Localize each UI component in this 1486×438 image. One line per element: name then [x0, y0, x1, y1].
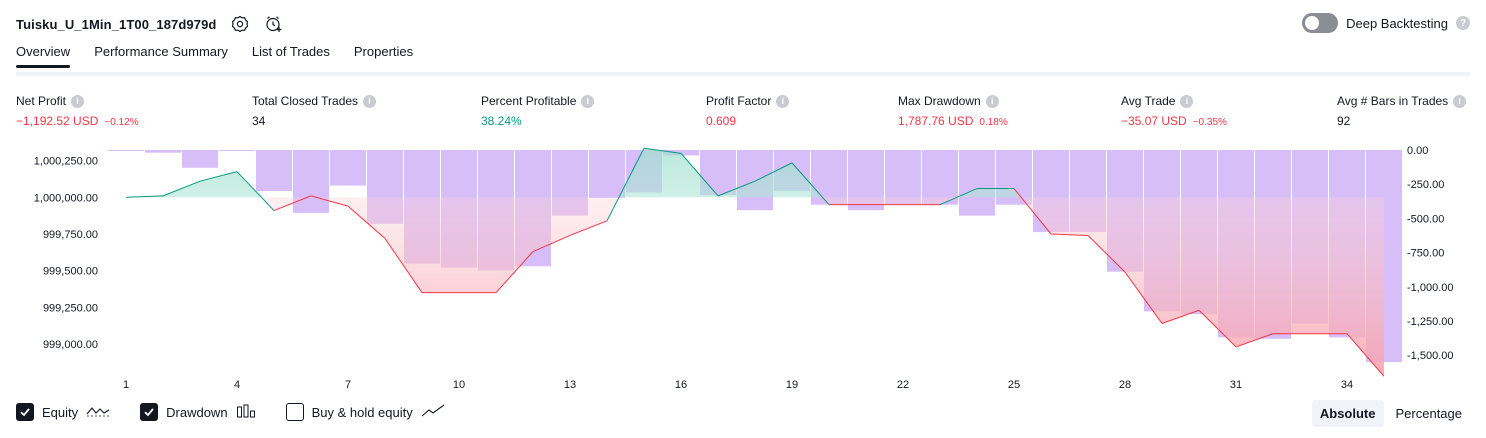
- x-axis-tick-label: 7: [345, 379, 351, 391]
- metric-label: Avg # Bars in Trades: [1337, 94, 1449, 108]
- right-axis-tick-label: 0.00: [1407, 145, 1428, 157]
- metric-value: 1,787.76 USD: [898, 114, 974, 128]
- info-icon[interactable]: i: [1453, 94, 1467, 108]
- metric-net-profit: Net Profit i −1,192.52 USD −0.12%: [16, 94, 139, 128]
- metric-value: −35.07 USD: [1121, 114, 1187, 128]
- metric-total-closed-trades: Total Closed Trades i 34: [252, 94, 377, 128]
- x-axis-tick-label: 1: [123, 379, 129, 391]
- right-axis-tick-label: -1,250.00: [1407, 316, 1453, 328]
- info-icon[interactable]: i: [71, 94, 85, 108]
- drawdown-bar: [256, 150, 292, 192]
- right-axis-tick-label: -500.00: [1407, 213, 1444, 225]
- tab-overview[interactable]: Overview: [16, 44, 71, 68]
- metric-label: Total Closed Trades: [252, 94, 359, 108]
- metric-label: Percent Profitable: [481, 94, 577, 108]
- tab-bar: Overview Performance Summary List of Tra…: [16, 44, 413, 68]
- x-axis-tick-label: 16: [675, 379, 687, 391]
- metric-avg-bars: Avg # Bars in Trades i 92: [1337, 94, 1467, 128]
- right-axis-tick-label: -750.00: [1407, 248, 1444, 260]
- x-axis-tick-label: 13: [564, 379, 576, 391]
- chart-legend: Equity Drawdown Buy & hold equity: [16, 403, 445, 421]
- info-icon[interactable]: i: [776, 94, 790, 108]
- legend-buy-hold[interactable]: Buy & hold equity: [285, 403, 445, 421]
- drawdown-bars-icon: [236, 404, 256, 421]
- drawdown-bar: [182, 150, 218, 168]
- buy-hold-line-icon: [421, 404, 445, 421]
- equity-line-icon: [86, 404, 110, 421]
- x-axis-tick-label: 4: [234, 379, 240, 391]
- info-icon[interactable]: i: [1180, 94, 1194, 108]
- info-icon[interactable]: i: [363, 94, 377, 108]
- drawdown-bar: [589, 150, 625, 198]
- metrics-row: Net Profit i −1,192.52 USD −0.12% Total Cl…: [0, 94, 1486, 134]
- tab-list-of-trades[interactable]: List of Trades: [252, 44, 330, 67]
- info-icon[interactable]: i: [985, 94, 999, 108]
- left-axis-tick-label: 999,000.00: [43, 339, 98, 351]
- metric-profit-factor: Profit Factor i 0.609: [706, 94, 790, 128]
- drawdown-bar: [885, 150, 921, 205]
- absolute-button[interactable]: Absolute: [1311, 400, 1384, 427]
- drawdown-bar: [145, 150, 181, 153]
- info-icon[interactable]: i: [581, 94, 595, 108]
- drawdown-bar: [219, 150, 255, 151]
- metric-percent-profitable: Percent Profitable i 38.24%: [481, 94, 595, 128]
- scale-switch: Absolute Percentage: [1311, 400, 1471, 427]
- x-axis-tick-label: 10: [453, 379, 465, 391]
- metric-value: 38.24%: [481, 114, 522, 128]
- metric-value: 92: [1337, 114, 1351, 128]
- right-axis-tick-label: -1,000.00: [1407, 282, 1453, 294]
- metric-label: Max Drawdown: [898, 94, 981, 108]
- tabs-divider: [16, 72, 1470, 76]
- legend-drawdown[interactable]: Drawdown: [140, 403, 255, 421]
- drawdown-bar: [922, 150, 958, 205]
- x-axis-tick-label: 28: [1119, 379, 1131, 391]
- metric-value: 0.609: [706, 114, 737, 128]
- metric-label: Profit Factor: [706, 94, 772, 108]
- deep-backtesting-toggle[interactable]: [1302, 13, 1339, 33]
- drawdown-bar: [108, 150, 144, 151]
- metric-pct: 0.18%: [979, 117, 1008, 128]
- tab-properties[interactable]: Properties: [354, 44, 413, 67]
- metric-label: Net Profit: [16, 94, 67, 108]
- tab-performance-summary[interactable]: Performance Summary: [94, 44, 228, 67]
- strategy-name: Tuisku_U_1Min_1T00_187d979d: [16, 16, 217, 32]
- metric-value: 34: [252, 114, 266, 128]
- legend-equity[interactable]: Equity: [16, 403, 110, 421]
- x-axis-tick-label: 25: [1008, 379, 1020, 391]
- right-axis-tick-label: -1,500.00: [1407, 350, 1453, 362]
- metric-pct: −0.35%: [1192, 117, 1227, 128]
- checkbox-unchecked-icon[interactable]: [285, 403, 304, 421]
- equity-drawdown-chart[interactable]: 1,000,250.00 1,000,000.00 999,750.00 999,50…: [0, 140, 1486, 396]
- metric-max-drawdown: Max Drawdown i 1,787.76 USD 0.18%: [898, 94, 1008, 128]
- drawdown-bar: [330, 150, 366, 186]
- alert-clock-icon[interactable]: [264, 14, 284, 34]
- percentage-button[interactable]: Percentage: [1388, 400, 1471, 427]
- left-axis-tick-label: 999,250.00: [43, 302, 98, 314]
- strategy-header: Tuisku_U_1Min_1T00_187d979d: [16, 10, 284, 38]
- help-icon[interactable]: ?: [1456, 16, 1470, 30]
- left-axis-tick-label: 999,500.00: [43, 266, 98, 278]
- legend-buy-hold-label: Buy & hold equity: [311, 404, 413, 420]
- left-axis-tick-label: 1,000,250.00: [34, 156, 98, 168]
- legend-equity-label: Equity: [42, 404, 79, 420]
- checkbox-checked-icon[interactable]: [16, 403, 34, 421]
- settings-gear-icon[interactable]: [230, 14, 250, 34]
- x-axis-tick-label: 19: [786, 379, 798, 391]
- left-axis-tick-label: 999,750.00: [43, 229, 98, 241]
- drawdown-bar: [959, 150, 995, 216]
- legend-drawdown-label: Drawdown: [166, 404, 228, 420]
- deep-backtesting-label: Deep Backtesting: [1346, 15, 1448, 31]
- x-axis-tick-label: 22: [897, 379, 909, 391]
- left-axis-tick-label: 1,000,000.00: [34, 192, 98, 204]
- right-axis-tick-label: -250.00: [1407, 179, 1444, 191]
- metric-pct: −0.12%: [104, 117, 139, 128]
- drawdown-bar: [293, 150, 329, 213]
- metric-label: Avg Trade: [1121, 94, 1176, 108]
- checkbox-checked-icon[interactable]: [140, 403, 159, 421]
- metric-avg-trade: Avg Trade i −35.07 USD −0.35%: [1121, 94, 1227, 128]
- x-axis-tick-label: 31: [1230, 379, 1242, 391]
- deep-backtesting: Deep Backtesting ?: [1302, 13, 1470, 33]
- x-axis-tick-label: 34: [1341, 379, 1353, 391]
- metric-value: −1,192.52 USD: [16, 114, 99, 128]
